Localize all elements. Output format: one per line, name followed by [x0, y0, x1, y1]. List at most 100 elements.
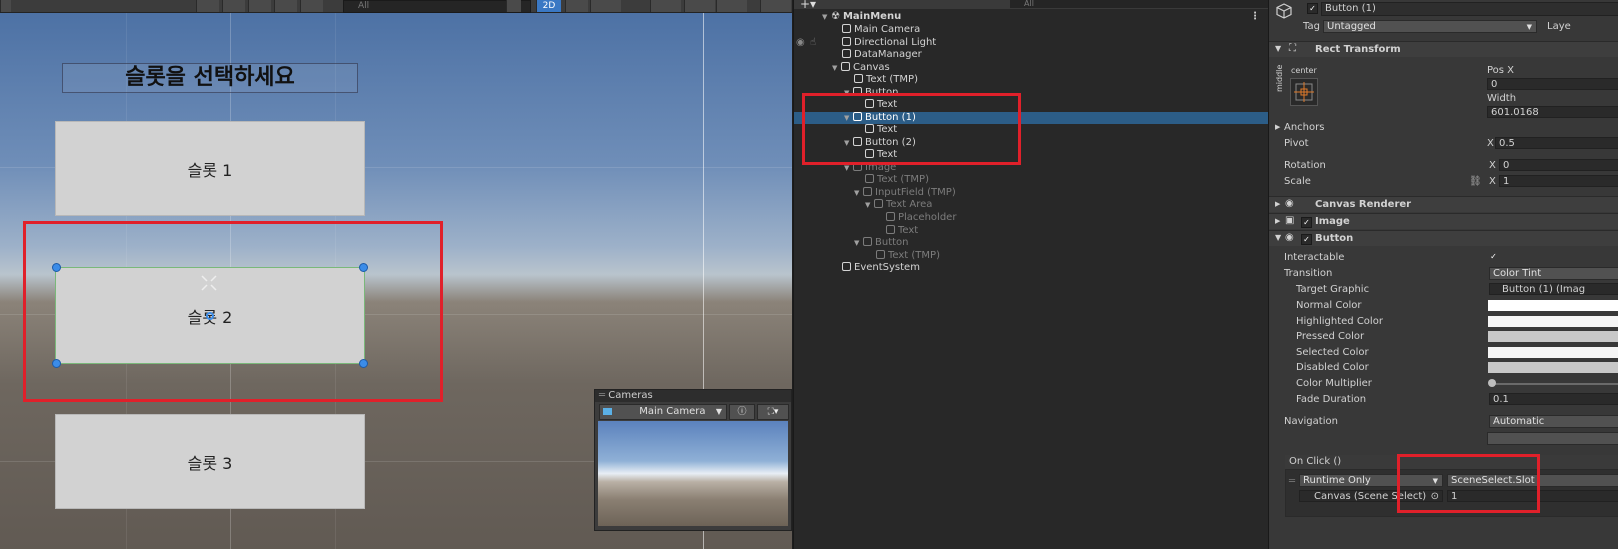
rect-transform-header[interactable]: ▼ ⛶ Rect Transform — [1269, 41, 1618, 57]
highlighted-color-swatch[interactable] — [1488, 316, 1618, 327]
cameras-title: Cameras — [608, 390, 653, 401]
drag-handle-icon[interactable]: ═ — [599, 390, 605, 401]
gizmos-icon[interactable] — [716, 0, 747, 12]
hierarchy-item-text-area[interactable]: ▼ Text Area — [794, 199, 1268, 211]
anchor-preset-button[interactable] — [1290, 78, 1318, 106]
scale-x-field[interactable]: 1 — [1499, 175, 1618, 187]
transition-select[interactable]: Color Tint — [1489, 267, 1618, 280]
hierarchy-item-eventsystem[interactable]: EventSystem — [794, 262, 1268, 274]
highlight-box — [1397, 454, 1540, 513]
pressed-color-swatch[interactable] — [1488, 331, 1618, 342]
search-options-icon[interactable] — [506, 0, 521, 12]
layer-label: Laye — [1547, 21, 1571, 32]
interactable-checkbox[interactable]: ✓ — [1489, 252, 1498, 261]
hierarchy-item-text-tmp[interactable]: Text (TMP) — [794, 74, 1268, 86]
expand-arrow-icon[interactable]: ▼ — [1275, 233, 1281, 242]
canvas-renderer-header[interactable]: ▶ ◉ Canvas Renderer — [1269, 196, 1618, 212]
hierarchy-item-inputfield[interactable]: ▼ InputField (TMP) — [794, 187, 1268, 199]
image-header[interactable]: ▶ ▣ ✓ Image — [1269, 213, 1618, 229]
disabled-color-swatch[interactable] — [1488, 362, 1618, 373]
target-graphic-field[interactable]: Button (1) (Imag — [1489, 283, 1618, 295]
globe-icon[interactable] — [196, 0, 219, 12]
expand-arrow-icon[interactable]: ▶ — [1275, 123, 1280, 131]
hierarchy-label: InputField (TMP) — [875, 187, 956, 198]
hierarchy-item-mainmenu[interactable]: ▼ ☢ MainMenu ⋮ — [794, 11, 1268, 23]
frame-icon[interactable]: ⛶▾ — [757, 404, 789, 420]
hierarchy-item-datamanager[interactable]: DataManager — [794, 49, 1268, 61]
lighting-icon[interactable] — [274, 0, 297, 12]
slot-1-button[interactable]: 슬롯 1 — [55, 121, 365, 216]
2d-toggle-button[interactable]: 2D — [536, 0, 561, 12]
hierarchy-item-directional-light[interactable]: ◉ ☝ Directional Light — [794, 37, 1268, 49]
render-mode-icon[interactable] — [222, 0, 245, 12]
info-icon[interactable]: ⓘ — [729, 404, 755, 420]
fade-duration-field[interactable]: 0.1 — [1489, 393, 1618, 405]
slot-3-button[interactable]: 슬롯 3 — [55, 414, 365, 509]
expand-arrow-icon[interactable]: ▼ — [1275, 44, 1281, 53]
menu-icon[interactable] — [0, 0, 11, 12]
slider-thumb[interactable] — [1488, 379, 1496, 387]
tools-icon[interactable] — [760, 0, 791, 12]
rect-transform-title: Rect Transform — [1315, 44, 1401, 55]
inspector-panel: ✓ Button (1) Tag Untagged ▼ Laye ▼ ⛶ Rect… — [1268, 0, 1618, 549]
image-enabled-checkbox[interactable]: ✓ — [1301, 217, 1312, 228]
hierarchy-item-text-tmp[interactable]: Text (TMP) — [794, 174, 1268, 186]
object-name-field[interactable]: Button (1) — [1321, 2, 1618, 16]
gizmo-icon[interactable] — [300, 0, 323, 12]
hierarchy-item-text-tmp[interactable]: Text (TMP) — [794, 250, 1268, 262]
canvas-renderer-title: Canvas Renderer — [1315, 199, 1412, 210]
visualize-button[interactable] — [1487, 432, 1618, 445]
shaded-icon[interactable] — [248, 0, 271, 12]
visibility-icon[interactable] — [650, 0, 681, 12]
expand-arrow-icon[interactable]: ▶ — [1275, 200, 1280, 208]
hierarchy-label: Text (TMP) — [866, 74, 918, 85]
button-component-header[interactable]: ▼ ◉ ✓ Button — [1269, 230, 1618, 246]
hierarchy-label: Canvas — [853, 62, 890, 73]
hierarchy-search-input[interactable]: All — [1010, 0, 1274, 8]
scene-search-input[interactable]: All — [343, 0, 531, 13]
fade-duration-label: Fade Duration — [1296, 394, 1367, 405]
expand-arrow-icon[interactable]: ▼ — [865, 199, 874, 211]
gameobject-icon — [1275, 2, 1293, 20]
pressed-color-label: Pressed Color — [1296, 331, 1365, 342]
visibility-icon[interactable]: ◉ — [796, 37, 805, 49]
rotation-x-field[interactable]: 0 — [1499, 159, 1618, 171]
normal-color-swatch[interactable] — [1488, 300, 1618, 311]
camera-select[interactable]: Main Camera ▼ — [599, 404, 727, 420]
expand-arrow-icon[interactable]: ▶ — [1275, 217, 1280, 225]
gameobject-icon — [842, 262, 851, 271]
hierarchy-item-main-camera[interactable]: Main Camera — [794, 24, 1268, 36]
pos-x-field[interactable]: 0 — [1487, 78, 1618, 90]
scene-view[interactable]: All 2D 슬롯을 선택하세요 슬롯 1 슬롯 2 슬롯 3 ═ Camera… — [0, 0, 792, 549]
expand-arrow-icon[interactable]: ▼ — [854, 237, 863, 249]
expand-arrow-icon[interactable]: ▼ — [832, 62, 841, 74]
selected-color-swatch[interactable] — [1488, 347, 1618, 358]
effects-icon[interactable] — [590, 0, 621, 12]
hierarchy-label: Main Camera — [854, 24, 921, 35]
pivot-x-field[interactable]: 0.5 — [1495, 137, 1618, 149]
title-text[interactable]: 슬롯을 선택하세요 — [62, 63, 358, 93]
drag-handle-icon[interactable]: ═ — [1289, 476, 1295, 487]
anchors-label[interactable]: Anchors — [1284, 122, 1324, 133]
expand-arrow-icon[interactable]: ▼ — [854, 187, 863, 199]
hierarchy-item-text[interactable]: Text — [794, 225, 1268, 237]
selected-color-label: Selected Color — [1296, 347, 1369, 358]
gameobject-icon — [874, 199, 883, 208]
camera-icon[interactable] — [684, 0, 715, 12]
width-field[interactable]: 601.0168 — [1487, 106, 1618, 118]
link-icon[interactable]: ⛓ — [1469, 176, 1482, 187]
pickable-icon[interactable]: ☝ — [810, 37, 816, 49]
pivot-x-label: X — [1487, 138, 1494, 149]
cameras-overlay[interactable]: ═ Cameras Main Camera ▼ ⓘ ⛶▾ — [594, 389, 792, 531]
add-icon[interactable]: +▾ — [800, 0, 816, 11]
color-multiplier-slider[interactable] — [1489, 383, 1618, 385]
audio-icon[interactable] — [565, 0, 588, 12]
active-checkbox[interactable]: ✓ — [1307, 3, 1318, 14]
more-icon[interactable]: ⋮ — [1250, 11, 1260, 23]
button-enabled-checkbox[interactable]: ✓ — [1301, 234, 1312, 245]
hierarchy-item-canvas[interactable]: ▼ Canvas — [794, 62, 1268, 74]
tag-select[interactable]: Untagged ▼ — [1323, 20, 1537, 33]
hierarchy-item-button[interactable]: ▼ Button — [794, 237, 1268, 249]
navigation-select[interactable]: Automatic — [1489, 415, 1618, 428]
hierarchy-item-placeholder[interactable]: Placeholder — [794, 212, 1268, 224]
